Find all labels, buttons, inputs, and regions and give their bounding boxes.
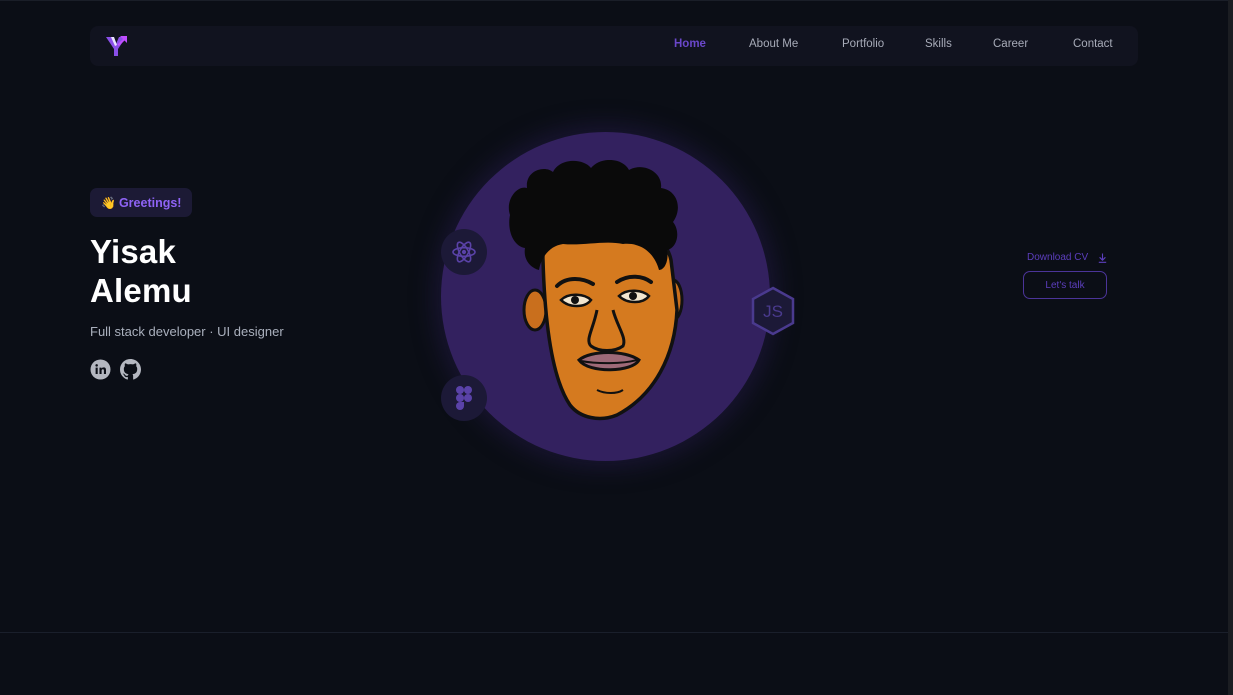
nav-career[interactable]: Career	[993, 38, 1028, 50]
avatar-illustration	[508, 160, 684, 421]
download-cv-link[interactable]: Download CV	[1027, 252, 1107, 263]
hero-name-last: Alemu	[90, 272, 192, 309]
greeting-text: Greetings!	[118, 195, 182, 210]
hero-name-first: Yisak	[90, 233, 177, 270]
nav-skills[interactable]: Skills	[925, 38, 952, 50]
linkedin-icon[interactable]	[90, 359, 111, 380]
download-icon	[1098, 253, 1107, 263]
wave-emoji-icon: 👋	[101, 195, 116, 210]
hero-subtitle: Full stack developer · UI designer	[90, 324, 284, 339]
section-divider	[0, 632, 1228, 633]
nav-contact[interactable]: Contact	[1073, 38, 1113, 50]
greeting-badge: 👋 Greetings!	[90, 188, 193, 217]
top-navbar: Home About Me Portfolio Skills Career Co…	[90, 26, 1138, 66]
download-cv-label: Download CV	[1027, 252, 1089, 263]
react-icon	[441, 229, 487, 275]
nav-home[interactable]: Home	[674, 38, 706, 50]
nav-portfolio[interactable]: Portfolio	[842, 38, 884, 50]
scrollbar-track[interactable]	[1228, 0, 1233, 695]
github-icon[interactable]	[120, 359, 141, 380]
nodejs-icon: JS	[751, 286, 795, 336]
svg-text:JS: JS	[763, 302, 783, 321]
figma-icon	[441, 375, 487, 421]
nav-about-me[interactable]: About Me	[749, 38, 798, 50]
lets-talk-button[interactable]: Let's talk	[1023, 271, 1107, 299]
y-logo-icon[interactable]	[104, 34, 128, 58]
